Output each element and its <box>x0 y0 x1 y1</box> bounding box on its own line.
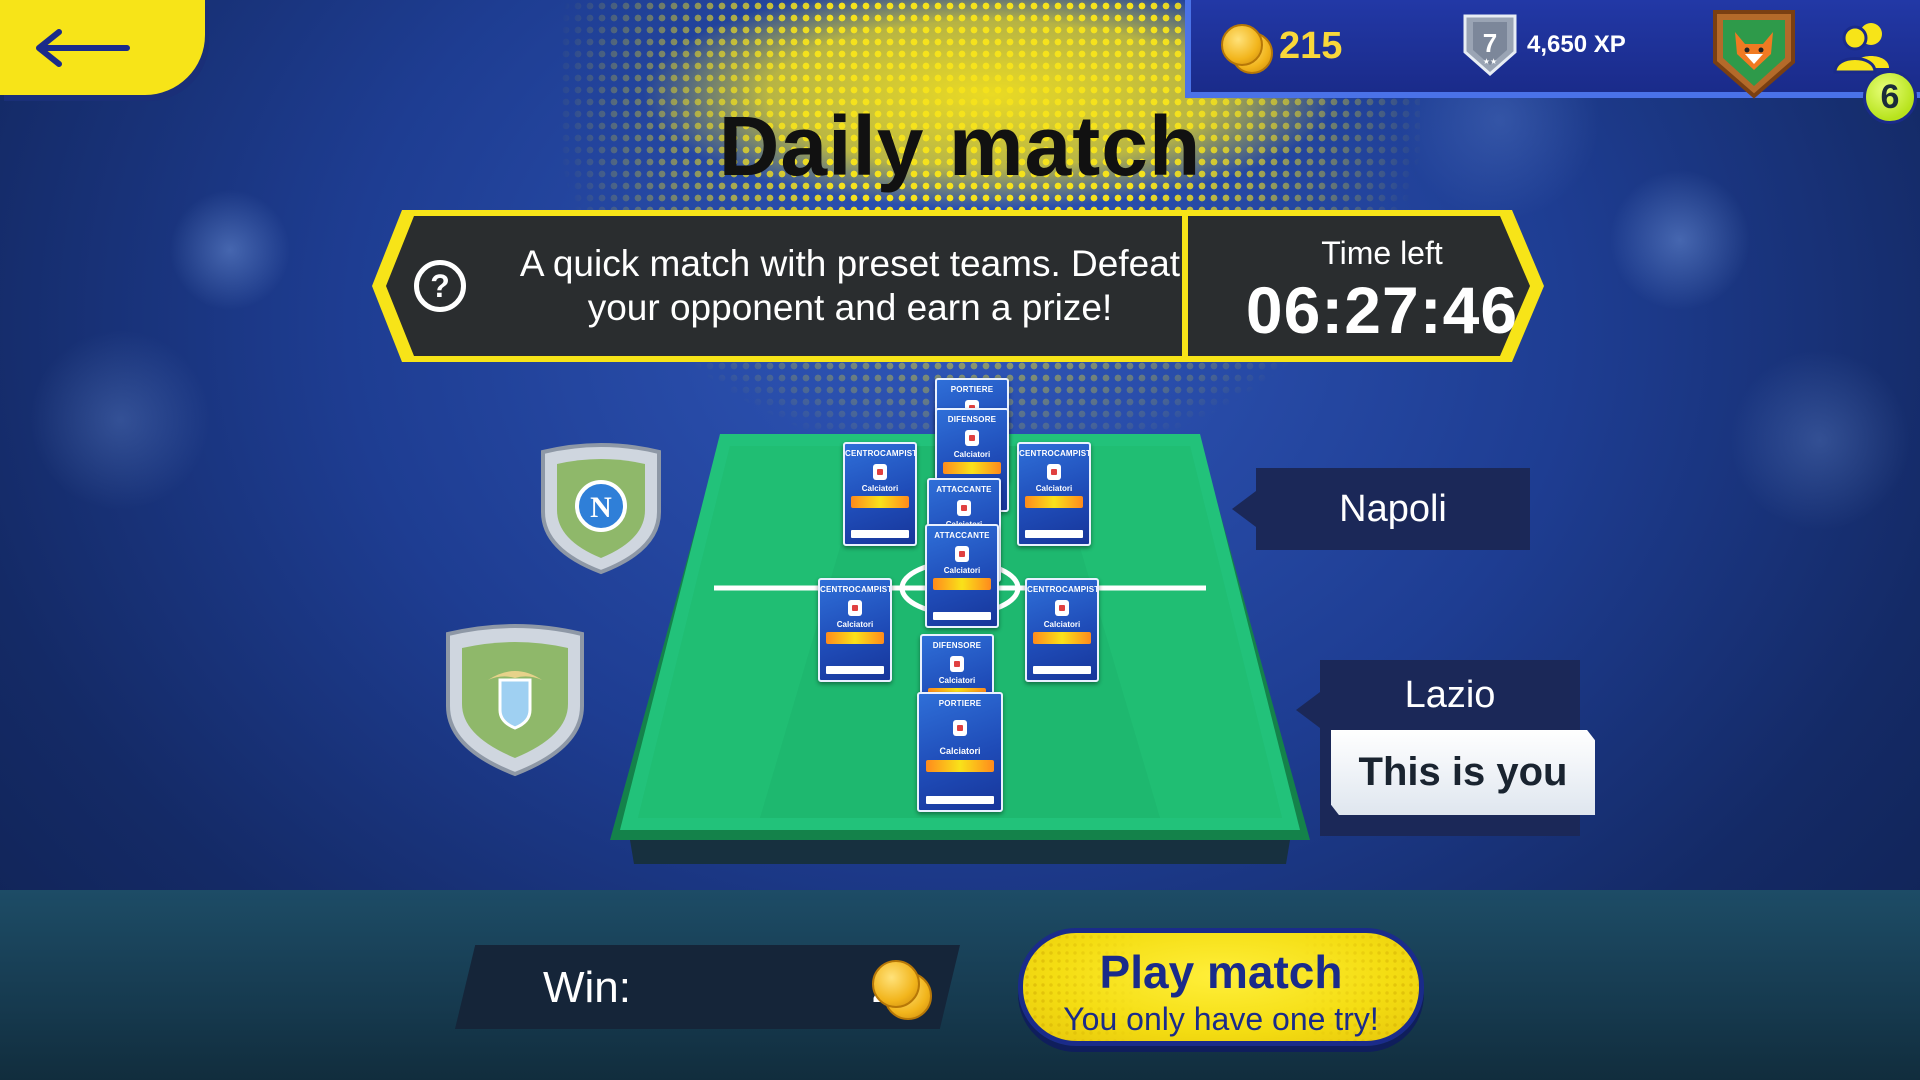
player-card[interactable]: CENTROCAMPISTA Calciatori <box>818 578 892 682</box>
back-button[interactable] <box>0 0 205 95</box>
card-role: ATTACCANTE <box>934 531 990 540</box>
card-logo <box>826 632 884 644</box>
card-logo <box>1025 496 1083 508</box>
player-card[interactable]: ATTACCANTE Calciatori <box>925 524 999 628</box>
card-role: DIFENSORE <box>947 415 997 424</box>
card-footer <box>826 666 884 674</box>
this-is-you-tag: This is you <box>1331 730 1595 815</box>
napoli-crest-letter: N <box>590 491 612 524</box>
card-role: PORTIERE <box>938 699 982 708</box>
friends-icon <box>1833 23 1889 74</box>
play-match-subtitle: You only have one try! <box>1063 1001 1379 1037</box>
card-footer <box>926 796 994 804</box>
player-team-name: Lazio <box>1404 674 1496 716</box>
card-role: PORTIERE <box>950 385 994 394</box>
play-match-label: Play match <box>1099 946 1343 998</box>
club-emblem-icon <box>873 464 887 480</box>
player-card[interactable]: CENTROCAMPISTA Calciatori <box>1017 442 1091 546</box>
card-role: ATTACCANTE <box>936 485 992 494</box>
club-emblem-icon <box>953 720 967 736</box>
xp-value: 4,650 XP <box>1527 31 1626 58</box>
time-left-label: Time left <box>1321 235 1443 271</box>
floor-background <box>0 890 1920 1080</box>
card-logo <box>926 760 994 772</box>
help-icon[interactable]: ? <box>414 260 466 312</box>
rank-level: 7 <box>1483 28 1497 58</box>
time-left-value: 06:27:46 <box>1245 273 1519 347</box>
club-emblem-icon <box>1047 464 1061 480</box>
card-footer <box>1033 666 1091 674</box>
page-title: Daily match <box>718 99 1202 193</box>
player-avatar[interactable] <box>1711 8 1797 100</box>
card-footer <box>851 530 909 538</box>
napoli-crest[interactable]: N <box>535 442 667 576</box>
rank-display[interactable]: 7 ★★ 4,650 XP <box>1461 12 1626 78</box>
card-brand: Calciatori <box>1035 484 1073 493</box>
coin-icon <box>1221 22 1273 74</box>
card-brand: Calciatori <box>1043 620 1081 629</box>
club-emblem-icon <box>955 546 969 562</box>
reward-label: Win: <box>543 963 631 1012</box>
card-brand: Calciatori <box>939 746 981 756</box>
friends-button[interactable] <box>1831 18 1895 74</box>
player-card[interactable]: CENTROCAMPISTA Calciatori <box>1025 578 1099 682</box>
opponent-team-label: Napoli <box>1232 468 1530 550</box>
play-match-button[interactable]: Play match You only have one try! <box>1018 928 1424 1046</box>
card-logo <box>851 496 909 508</box>
match-description: A quick match with preset teams. Defeat … <box>519 243 1181 328</box>
card-role: CENTROCAMPISTA <box>845 449 917 458</box>
player-card[interactable]: PORTIERE Calciatori <box>917 692 1003 812</box>
card-brand: Calciatori <box>938 676 976 685</box>
card-brand: Calciatori <box>953 450 991 459</box>
card-logo <box>933 578 991 590</box>
card-brand: Calciatori <box>861 484 899 493</box>
club-emblem-icon <box>848 600 862 616</box>
back-arrow-icon <box>35 28 130 67</box>
card-brand: Calciatori <box>943 566 981 575</box>
card-logo <box>1033 632 1091 644</box>
opponent-team-name: Napoli <box>1339 487 1447 530</box>
card-role: CENTROCAMPISTA <box>1019 449 1091 458</box>
fox-avatar-icon <box>1713 10 1795 99</box>
card-role: CENTROCAMPISTA <box>1027 585 1099 594</box>
info-banner: ? A quick match with preset teams. Defea… <box>372 210 1547 362</box>
club-emblem-icon <box>957 500 971 516</box>
coin-balance[interactable]: 215 <box>1221 22 1343 74</box>
club-emblem-icon <box>965 430 979 446</box>
card-footer <box>1025 530 1083 538</box>
card-role: CENTROCAMPISTA <box>820 585 892 594</box>
player-card[interactable]: CENTROCAMPISTA Calciatori <box>843 442 917 546</box>
club-emblem-icon <box>1055 600 1069 616</box>
club-emblem-icon <box>950 656 964 672</box>
top-bar: 215 7 ★★ 4,650 XP <box>1185 0 1920 100</box>
coin-count: 215 <box>1279 24 1343 67</box>
card-role: DIFENSORE <box>932 641 982 650</box>
card-footer <box>933 612 991 620</box>
lazio-crest[interactable] <box>438 622 592 778</box>
coin-icon <box>870 956 932 1020</box>
card-logo <box>943 462 1001 474</box>
svg-text:★★: ★★ <box>1483 57 1497 66</box>
card-brand: Calciatori <box>836 620 874 629</box>
rank-shield-icon: 7 ★★ <box>1461 12 1519 78</box>
